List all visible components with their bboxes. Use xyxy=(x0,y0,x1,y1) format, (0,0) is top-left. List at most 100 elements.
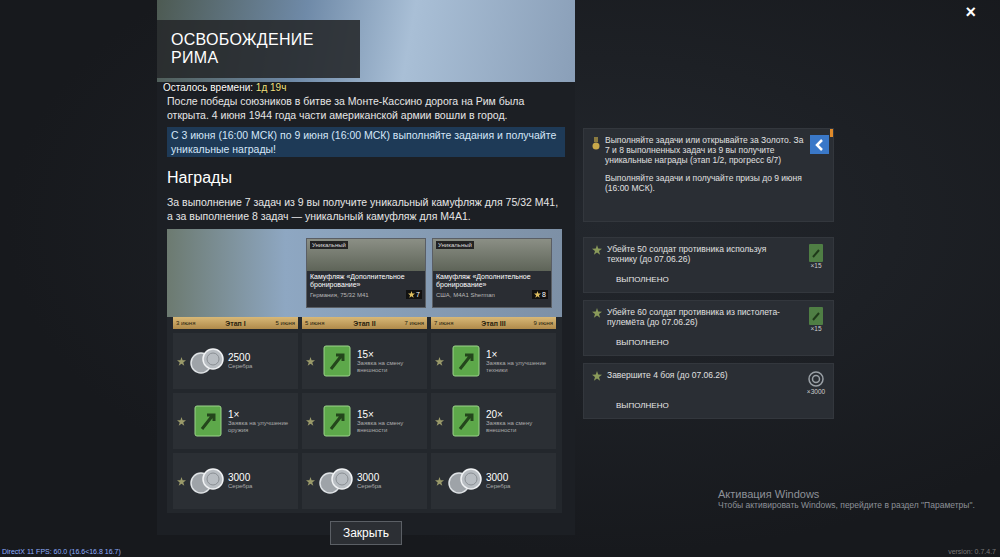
silver-coins-icon xyxy=(189,345,225,377)
reward-cell[interactable]: 1×Заявка на улучшение техники xyxy=(431,333,556,389)
star-icon xyxy=(306,417,315,426)
event-dates: С 3 июня (16:00 МСК) по 9 июня (16:00 МС… xyxy=(167,127,565,157)
silver-coins-icon xyxy=(189,465,225,497)
star-icon xyxy=(408,291,415,298)
task-status: ВЫПОЛНЕНО xyxy=(592,332,829,349)
stage-bar: 3 июняЭтап I5 июня xyxy=(173,317,298,329)
reward-label: Заявка на улучшение оружия xyxy=(228,420,294,434)
rewards-heading: Награды xyxy=(167,169,565,187)
reward-cell[interactable]: 3000Серебра xyxy=(431,453,556,509)
reward-cell[interactable]: 15×Заявка на смену внешности xyxy=(302,333,427,389)
windows-watermark: Активация WindowsЧтобы активировать Wind… xyxy=(718,488,975,510)
reward-label: Заявка на смену внешности xyxy=(357,360,423,374)
tasks-badge: 8 xyxy=(532,290,548,299)
stage-column: 3 июняЭтап I5 июня2500Серебра1×Заявка на… xyxy=(173,317,298,509)
stage-bar: 7 июняЭтап III9 июня xyxy=(431,317,556,329)
task-text: Убейте 60 солдат противника из пистолета… xyxy=(607,307,798,327)
reward-amount: 3000 xyxy=(228,472,252,483)
camo-vehicle: США, M4A1 Sherman xyxy=(436,292,495,298)
stage-column: 7 июняЭтап III9 июня 1×Заявка на улучшени… xyxy=(431,317,556,509)
order-box-icon xyxy=(318,405,354,437)
stage-arrow-icon[interactable] xyxy=(810,135,829,154)
task-status: ВЫПОЛНЕНО xyxy=(592,395,829,412)
reward-amount: 1× xyxy=(228,409,294,420)
task-reward: ×15 xyxy=(803,244,829,269)
star-icon xyxy=(435,477,444,486)
reward-cell[interactable]: 1×Заявка на улучшение оружия xyxy=(173,393,298,449)
close-icon[interactable]: × xyxy=(965,2,976,23)
fps-counter: DirectX 11 FPS: 60.0 (16.6<16.8 16.7) xyxy=(2,548,121,555)
reward-amount: 15× xyxy=(357,409,423,420)
order-box-icon xyxy=(447,405,483,437)
camo-vehicle: Германия, 75/32 M41 xyxy=(310,292,369,298)
event-title: ОСВОБОЖДЕНИЕ РИМА xyxy=(157,20,360,78)
close-button[interactable]: Закрыть xyxy=(330,521,402,545)
task-card[interactable]: Убейте 60 солдат противника из пистолета… xyxy=(583,300,834,356)
unique-tag: Уникальный xyxy=(436,241,474,249)
order-box-icon xyxy=(447,345,483,377)
order-box-icon xyxy=(807,244,825,262)
silver-coins-icon xyxy=(318,465,354,497)
event-description: После победы союзников в битве за Монте-… xyxy=(167,94,565,122)
star-icon xyxy=(592,245,602,255)
star-icon xyxy=(435,417,444,426)
task-info-card: Выполняйте задачи или открывайте за Золо… xyxy=(583,128,834,222)
reward-label: Заявка на смену внешности xyxy=(357,420,423,434)
rewards-box: Уникальный Камуфляж «Дополнительное брони… xyxy=(167,229,562,513)
star-icon xyxy=(592,308,602,318)
event-panel: ОСВОБОЖДЕНИЕ РИМАОсталось времени: 1д 19… xyxy=(157,0,575,535)
stage-bar: 5 июняЭтап II7 июня xyxy=(302,317,427,329)
medal-icon xyxy=(592,137,600,151)
task-text: Завершите 4 боя (до 07.06.26) xyxy=(607,370,798,380)
reward-label: Серебра xyxy=(357,483,381,490)
reward-amount: 2500 xyxy=(228,352,252,363)
task-card[interactable]: Убейте 50 солдат противника используя те… xyxy=(583,237,834,293)
silver-icon xyxy=(807,370,825,388)
event-banner: ОСВОБОЖДЕНИЕ РИМАОсталось времени: 1д 19… xyxy=(157,0,575,82)
star-icon xyxy=(435,357,444,366)
reward-label: Заявка на улучшение техники xyxy=(486,360,552,374)
tank-picture: Уникальный xyxy=(307,239,425,271)
order-box-icon xyxy=(807,307,825,325)
reward-cell[interactable]: 20×Заявка на смену внешности xyxy=(431,393,556,449)
rewards-artwork: Уникальный Камуфляж «Дополнительное брони… xyxy=(167,229,562,317)
rewards-description: За выполнение 7 задач из 9 вы получите у… xyxy=(167,195,565,223)
task-reward: ×3000 xyxy=(803,370,829,395)
camo-card[interactable]: Уникальный Камуфляж «Дополнительное брони… xyxy=(432,238,552,308)
reward-cell[interactable]: 3000Серебра xyxy=(302,453,427,509)
reward-label: Заявка на смену внешности xyxy=(486,420,552,434)
task-info-subtext: Выполняйте задачи и получайте призы до 9… xyxy=(605,173,805,193)
camo-card[interactable]: УникальныйКамуфляж «Дополнительное брони… xyxy=(306,238,426,308)
star-icon xyxy=(177,417,186,426)
reward-amount: 15× xyxy=(357,349,423,360)
silver-coins-icon xyxy=(447,465,483,497)
star-icon xyxy=(534,291,541,298)
task-status: ВЫПОЛНЕНО xyxy=(592,269,829,286)
reward-cell[interactable]: 3000Серебра xyxy=(173,453,298,509)
star-icon xyxy=(592,371,602,381)
reward-cell[interactable]: 15×Заявка на смену внешности xyxy=(302,393,427,449)
task-reward: ×15 xyxy=(803,307,829,332)
version-label: version: 0.7.4.7 xyxy=(948,548,996,555)
event-screen: ОСВОБОЖДЕНИЕ РИМАОсталось времени: 1д 19… xyxy=(0,0,1000,557)
reward-amount: 3000 xyxy=(357,472,381,483)
star-icon xyxy=(306,357,315,366)
task-list: Выполняйте задачи или открывайте за Золо… xyxy=(583,0,834,419)
order-box-icon xyxy=(189,405,225,437)
task-info-text: Выполняйте задачи или открывайте за Золо… xyxy=(605,135,805,165)
reward-label: Серебра xyxy=(486,483,510,490)
reward-label: Серебра xyxy=(228,363,252,370)
task-card[interactable]: Завершите 4 боя (до 07.06.26) ×3000ВЫПОЛН… xyxy=(583,363,834,419)
camo-name: Камуфляж «Дополнительное бронирование» xyxy=(433,271,551,289)
task-text: Убейте 50 солдат противника используя те… xyxy=(607,244,798,264)
reward-cell[interactable]: 2500Серебра xyxy=(173,333,298,389)
time-left: Осталось времени: 1д 19ч xyxy=(157,78,575,97)
star-icon xyxy=(177,477,186,486)
star-icon xyxy=(306,477,315,486)
order-box-icon xyxy=(318,345,354,377)
reward-amount: 20× xyxy=(486,409,552,420)
tasks-badge: 7 xyxy=(406,290,422,299)
reward-amount: 1× xyxy=(486,349,552,360)
tank-picture: Уникальный xyxy=(433,239,551,271)
stage-column: 5 июняЭтап II7 июня15×Заявка на смену вн… xyxy=(302,317,427,509)
